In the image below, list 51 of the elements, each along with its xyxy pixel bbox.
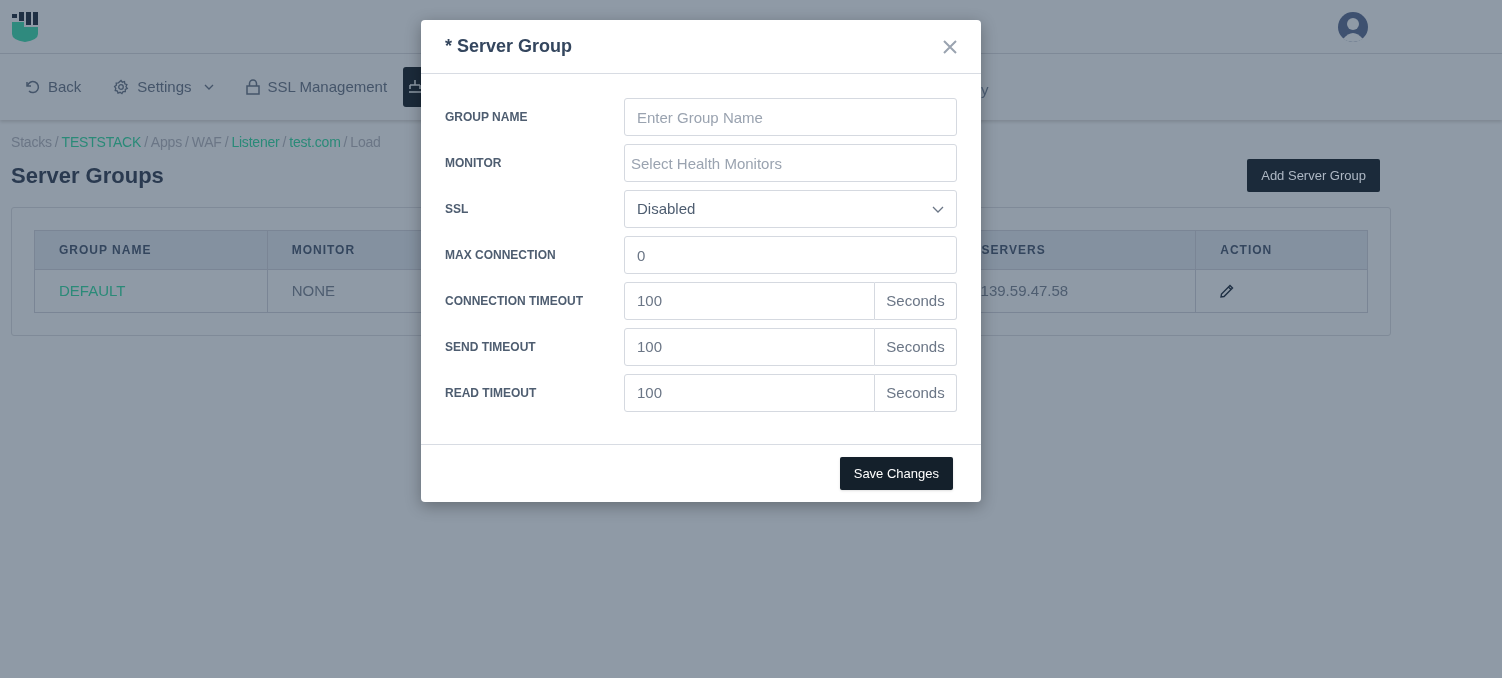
- page-title: Server Groups: [11, 162, 164, 190]
- toolbar-item[interactable]: SSL Management: [245, 75, 388, 99]
- unit-label: Seconds: [875, 374, 957, 412]
- column-header: MONITOR: [291, 242, 356, 259]
- column-header: ACTION: [1220, 242, 1273, 259]
- breadcrumb-link[interactable]: test.com: [289, 132, 341, 153]
- add-server-group-button[interactable]: Add Server Group: [1247, 159, 1380, 192]
- save-changes-button[interactable]: Save Changes: [839, 457, 953, 490]
- input-field[interactable]: Enter Group Name: [624, 98, 957, 136]
- breadcrumb-separator: /: [282, 133, 287, 152]
- edit-icon[interactable]: [1220, 284, 1235, 298]
- settings-icon: [113, 79, 130, 95]
- field-label: GROUP NAME: [445, 109, 529, 126]
- input-field[interactable]: 100: [624, 374, 875, 412]
- input-field[interactable]: 0: [624, 236, 957, 274]
- undo-icon: [24, 79, 40, 95]
- close-icon[interactable]: [943, 39, 957, 54]
- field-label: SSL: [445, 201, 470, 218]
- breadcrumb-separator: /: [54, 133, 59, 152]
- group-name-link[interactable]: DEFAULT: [59, 279, 126, 303]
- column-header: SERVERS: [981, 242, 1046, 259]
- field-label: SEND TIMEOUT: [445, 339, 537, 356]
- chevron-down-icon: [932, 205, 944, 213]
- table-cell-text: NONE: [291, 280, 335, 301]
- unit-label: Seconds: [875, 328, 957, 366]
- breadcrumb-link[interactable]: TESTSTACK: [61, 132, 142, 153]
- toolbar-item[interactable]: Settings: [113, 75, 214, 99]
- breadcrumb-link[interactable]: Listener: [231, 132, 280, 153]
- field-label: READ TIMEOUT: [445, 385, 538, 402]
- select-field[interactable]: Select Health Monitors: [624, 144, 957, 182]
- input-field[interactable]: 100: [624, 328, 875, 366]
- field-label: MAX CONNECTION: [445, 247, 557, 264]
- toolbar-item[interactable]: Back: [24, 75, 82, 99]
- chevron-down-icon: [203, 84, 214, 90]
- select-value: Disabled: [637, 198, 696, 219]
- modal-title: * Server Group: [445, 35, 573, 58]
- field-label: MONITOR: [445, 155, 503, 172]
- column-header: GROUP NAME: [59, 242, 152, 259]
- breadcrumb-separator: /: [343, 133, 348, 152]
- select-field[interactable]: Disabled: [624, 190, 957, 228]
- input-field[interactable]: 100: [624, 282, 875, 320]
- field-label: CONNECTION TIMEOUT: [445, 293, 584, 310]
- table-cell-text: 139.59.47.58: [980, 280, 1069, 301]
- avatar-icon[interactable]: [1338, 11, 1368, 42]
- breadcrumb-separator: /: [224, 133, 229, 152]
- breadcrumb-separator: /: [144, 133, 148, 152]
- toolbar-item[interactable]: y: [981, 79, 989, 102]
- logo-icon: [11, 11, 39, 42]
- unit-label: Seconds: [875, 282, 957, 320]
- lock-icon: [245, 79, 260, 95]
- breadcrumb-separator: /: [185, 133, 189, 152]
